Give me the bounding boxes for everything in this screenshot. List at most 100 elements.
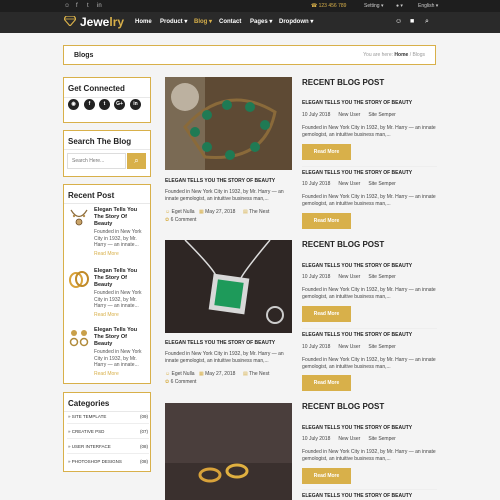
post-date-value: May 27, 2018 (205, 371, 236, 377)
recent-blog-excerpt: Founded in New York City in 1932, by Mr.… (302, 125, 436, 138)
nav-product[interactable]: Product ▾ (160, 18, 187, 26)
recent-blog-title[interactable]: ELEGAN TELLS YOU THE STORY OF BEAUTY (302, 332, 437, 339)
recent-blog-excerpt: Founded in New York City in 1932, by Mr.… (302, 449, 436, 462)
comment-icon: ✿ (165, 379, 170, 385)
widget-title: Search The Blog (68, 137, 132, 146)
recent-post-title[interactable]: Elegan Tells You The Story Of Beauty (94, 327, 146, 348)
rings-thumbnail[interactable] (68, 268, 90, 290)
divider (67, 423, 149, 424)
facebook-icon[interactable]: f (76, 2, 78, 10)
instagram-button[interactable]: ◉ (68, 99, 79, 110)
recent-post-excerpt: Founded in New York City in 1932, by Mr.… (94, 349, 142, 368)
read-more-link[interactable]: Read More (94, 251, 119, 258)
post-comments-count: 6 Comment (170, 217, 197, 223)
post-comments[interactable]: ✿ 6 Comment (165, 379, 196, 386)
nav-home[interactable]: Home (135, 18, 152, 26)
post-title[interactable]: ELEGAN TELLS YOU THE STORY OF BEAUTY (165, 340, 292, 347)
comment-icon: ✿ (165, 217, 170, 223)
recent-blog-meta: 10 July 2018 New User Site Semper (302, 274, 442, 281)
google-plus-button[interactable]: G+ (114, 99, 125, 110)
read-more-button[interactable]: Read More (302, 144, 351, 160)
nav-contact[interactable]: Contact (219, 18, 241, 26)
category-item[interactable]: » USER INTERFACE (08) (68, 441, 148, 452)
logo-text-part-b: lry (109, 15, 125, 29)
recent-blog-heading: RECENT BLOG POST (302, 78, 385, 87)
twitter-button[interactable]: t (99, 99, 110, 110)
read-more-button[interactable]: Read More (302, 468, 351, 484)
read-more-button[interactable]: Read More (302, 306, 351, 322)
recent-blog-meta: 10 July 2018 New User Site Semper (302, 112, 442, 119)
setting-dropdown[interactable]: Setting ▾ (364, 2, 383, 10)
recent-post-excerpt: Founded in New York City in 1932, by Mr.… (94, 229, 142, 248)
recent-blog-title[interactable]: ELEGAN TELLS YOU THE STORY OF BEAUTY (302, 493, 437, 500)
breadcrumb: Blogs You are here: Home / Blogs (63, 45, 436, 65)
recent-blog-user: New User (338, 112, 361, 118)
nav-pages[interactable]: Pages ▾ (250, 18, 272, 26)
breadcrumb-current: Blogs (412, 52, 425, 58)
recent-blog-user: New User (338, 344, 361, 350)
folder-icon: ▤ (243, 209, 248, 215)
post-tag-name: The Nest (249, 371, 270, 377)
recent-blog-title[interactable]: ELEGAN TELLS YOU THE STORY OF BEAUTY (302, 425, 437, 432)
recent-blog-title[interactable]: ELEGAN TELLS YOU THE STORY OF BEAUTY (302, 263, 437, 270)
facebook-button[interactable]: f (84, 99, 95, 110)
category-item[interactable]: » SITE TEMPLATE (09) (68, 411, 148, 422)
post-tag[interactable]: ▤ The Nest (243, 209, 269, 216)
category-count: (08) (139, 444, 148, 449)
site-logo[interactable]: Jewelry (80, 14, 124, 30)
earrings-post-image[interactable] (165, 403, 292, 500)
recent-blog-date: 10 July 2018 (302, 274, 331, 280)
category-name: » USER INTERFACE (68, 444, 111, 449)
recent-post-title[interactable]: Elegan Tells You The Story Of Beauty (94, 268, 146, 289)
necklace-thumbnail[interactable] (68, 207, 90, 229)
divider (67, 438, 149, 439)
nav-dropdown[interactable]: Dropdown ▾ (279, 18, 313, 26)
read-more-button[interactable]: Read More (302, 213, 351, 229)
earrings-thumbnail[interactable] (68, 327, 90, 349)
twitter-icon[interactable]: t (87, 2, 89, 10)
linkedin-icon[interactable]: in (97, 2, 102, 10)
divider (64, 97, 150, 98)
post-tag[interactable]: ▤ The Nest (243, 371, 269, 378)
folder-icon: ▤ (243, 371, 248, 377)
diamond-logo-icon[interactable] (64, 16, 76, 26)
read-more-link[interactable]: Read More (94, 312, 119, 319)
post-excerpt: Founded in New York City in 1932, by Mr.… (165, 351, 284, 364)
recent-post-title[interactable]: Elegan Tells You The Story Of Beauty (94, 207, 146, 228)
recent-blog-heading: RECENT BLOG POST (302, 240, 385, 249)
recent-blog-heading: RECENT BLOG POST (302, 402, 385, 411)
category-item[interactable]: » CREATIVE PSD (07) (68, 426, 148, 437)
phone-number: ☎ 123 456 789 (311, 3, 347, 9)
linkedin-button[interactable]: in (130, 99, 141, 110)
post-author[interactable]: ☺ Eget Nulla (165, 209, 195, 216)
read-more-button[interactable]: Read More (302, 375, 351, 391)
recent-blog-title[interactable]: ELEGAN TELLS YOU THE STORY OF BEAUTY (302, 170, 437, 177)
language-dropdown[interactable]: English ▾ (418, 2, 438, 10)
category-name: » SITE TEMPLATE (68, 414, 107, 419)
widget-title: Get Connected (68, 84, 125, 93)
cart-icon[interactable]: ■ (410, 18, 414, 26)
instagram-icon[interactable]: ☺ (64, 2, 70, 10)
recent-blog-user: New User (338, 274, 361, 280)
read-more-link[interactable]: Read More (94, 371, 119, 378)
calendar-icon: ▦ (199, 209, 204, 215)
category-item[interactable]: » PHOTOSHOP DESIGNS (08) (68, 456, 148, 467)
account-dropdown[interactable]: ● ▾ (396, 2, 403, 10)
post-author-name: Eget Nulla (171, 209, 195, 215)
category-count: (07) (139, 429, 148, 434)
user-icon[interactable]: ☺ (395, 18, 402, 26)
post-title[interactable]: ELEGAN TELLS YOU THE STORY OF BEAUTY (165, 178, 292, 185)
pendant-post-image[interactable] (165, 240, 292, 333)
divider (64, 203, 150, 204)
recent-blog-title[interactable]: ELEGAN TELLS YOU THE STORY OF BEAUTY (302, 100, 437, 107)
blog-search-input[interactable] (67, 153, 126, 169)
breadcrumb-home-link[interactable]: Home (394, 52, 408, 58)
post-date-value: May 27, 2018 (205, 209, 236, 215)
post-comments[interactable]: ✿ 6 Comment (165, 217, 196, 224)
search-submit-button[interactable]: ⌕ (127, 153, 146, 169)
post-date: ▦ May 27, 2018 (199, 371, 235, 378)
search-icon[interactable]: ⌕ (425, 18, 429, 26)
nav-blog[interactable]: Blog ▾ (194, 18, 212, 26)
post-author[interactable]: ☺ Eget Nulla (165, 371, 195, 378)
bracelet-post-image[interactable] (165, 77, 292, 170)
